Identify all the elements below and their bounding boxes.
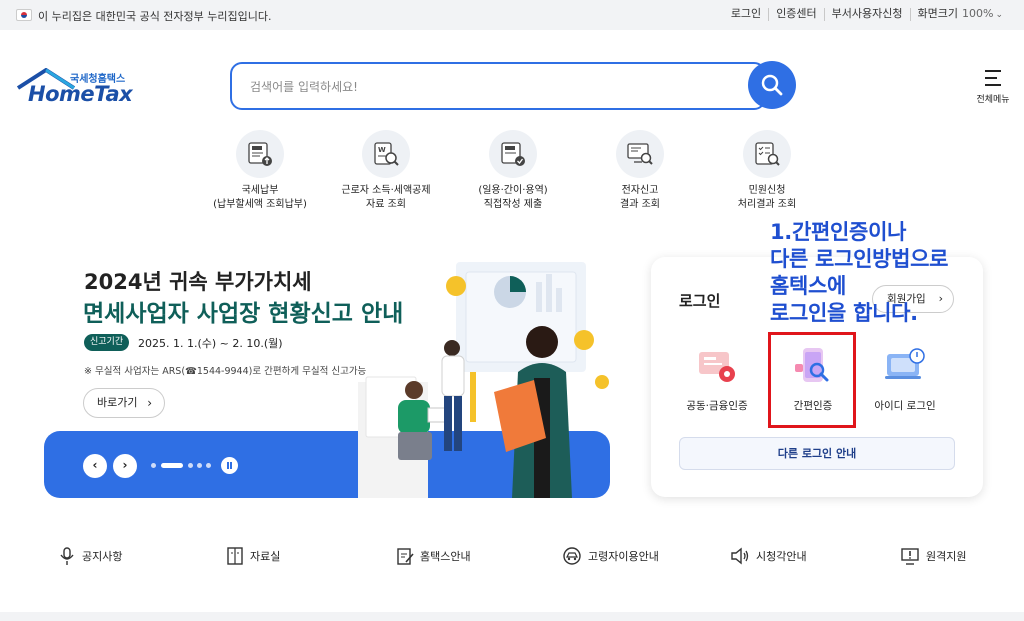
quick-label-2: 근로자 소득·세액공제 xyxy=(341,185,431,196)
banner-illustration xyxy=(358,262,609,498)
joint-cert-label: 공동·금융인증 xyxy=(686,400,748,412)
search-box xyxy=(230,62,766,110)
cert-center-link[interactable]: 인증센터 xyxy=(768,8,823,21)
all-menu-button[interactable]: 전체메뉴 xyxy=(970,68,1016,108)
edit-document-icon xyxy=(397,548,414,565)
annotation-text: 1.간편인증이나 다른 로그인방법으로 홈텍스에 로그인을 합니다. xyxy=(770,220,949,325)
id-login-icon xyxy=(883,344,927,388)
banner-title: 2024년 귀속 부가가치세 xyxy=(84,270,312,294)
highlight-box xyxy=(768,332,856,428)
quick-icon-circle xyxy=(616,130,664,178)
logo-title: HomeTax xyxy=(28,82,133,106)
slide-dot[interactable] xyxy=(206,463,211,468)
next-slide-button[interactable]: › xyxy=(113,454,137,478)
slide-dot[interactable] xyxy=(188,463,193,468)
quick-deduction-lookup[interactable]: W 근로자 소득·세액공제자료 조회 xyxy=(326,130,446,212)
zoom-label: 화면크기 xyxy=(917,7,958,20)
quick-label-4: 전자신고 xyxy=(621,185,659,196)
period-badge: 신고기간 xyxy=(84,334,130,351)
remote-support-link[interactable]: 원격지원 xyxy=(900,544,966,568)
slide-dot-active[interactable] xyxy=(161,463,183,468)
quick-sublabel-5: 처리결과 조회 xyxy=(737,199,797,210)
zoom-control[interactable]: 화면크기 100% ⌄ xyxy=(909,7,1010,21)
quick-label-1: 국세납부 xyxy=(241,185,279,196)
monitor-search-icon xyxy=(627,143,653,165)
certificate-icon xyxy=(695,344,739,388)
banner-note: ※ 무실적 사업자는 ARS(☎1544-9944)로 간편하게 무실적 신고가… xyxy=(84,366,367,377)
joint-financial-cert-login[interactable]: 공동·금융인증 xyxy=(672,344,762,413)
util-links: 로그인 인증센터 부서사용자신청 화면크기 100% ⌄ xyxy=(724,8,1010,21)
chevron-right-icon: › xyxy=(122,458,128,472)
chevron-right-icon: › xyxy=(147,396,152,410)
pause-button[interactable] xyxy=(221,457,238,474)
audiovisual-guide-label: 시청각안내 xyxy=(756,550,807,563)
car-icon xyxy=(563,547,581,565)
quick-efiling-result[interactable]: 전자신고결과 조회 xyxy=(580,130,700,212)
tax-payment-icon xyxy=(248,142,272,166)
shortcut-label: 바로가기 xyxy=(97,396,138,409)
tax-check-icon xyxy=(501,142,525,166)
gov-notice[interactable]: 이 누리집은 대한민국 공식 전자정부 누리집입니다. xyxy=(38,8,272,24)
login-link[interactable]: 로그인 xyxy=(724,8,768,21)
slide-dot[interactable] xyxy=(197,463,202,468)
quick-label-5: 민원신청 xyxy=(748,185,786,196)
all-menu-label: 전체메뉴 xyxy=(976,95,1010,105)
document-search-icon: W xyxy=(374,142,399,166)
quick-sublabel-3: 직접작성 제출 xyxy=(483,199,543,210)
cabinet-icon xyxy=(227,547,243,565)
quick-icon-circle xyxy=(236,130,284,178)
speaker-icon xyxy=(731,547,749,565)
remote-monitor-icon xyxy=(901,548,919,565)
notice-label: 공지사항 xyxy=(82,550,123,563)
period-text: 2025. 1. 1.(수) ~ 2. 10.(월) xyxy=(138,337,283,350)
senior-guide-link[interactable]: 고령자이용안내 xyxy=(562,544,659,568)
remote-support-label: 원격지원 xyxy=(926,550,967,563)
hometax-logo[interactable]: 국세청홈택스 HomeTax xyxy=(16,68,136,108)
quick-direct-submit[interactable]: (일용·간이·용역) 직접작성 제출 xyxy=(453,130,573,212)
quick-sublabel-1: (납부할세액 조회납부) xyxy=(213,199,307,210)
quick-label-3: (일용·간이·용역) xyxy=(478,185,548,196)
dept-user-link[interactable]: 부서사용자신청 xyxy=(823,8,910,21)
quick-icon-circle xyxy=(489,130,537,178)
search-input[interactable] xyxy=(250,76,730,98)
prev-slide-button[interactable]: ‹ xyxy=(83,454,107,478)
chevron-left-icon: ‹ xyxy=(92,458,98,472)
notice-link[interactable]: 공지사항 xyxy=(58,544,122,568)
search-button[interactable] xyxy=(748,61,796,109)
quick-civil-result[interactable]: 민원신청처리결과 조회 xyxy=(707,130,827,212)
checklist-search-icon xyxy=(755,142,780,166)
archive-label: 자료실 xyxy=(250,550,281,563)
hometax-guide-link[interactable]: 홈택스안내 xyxy=(396,544,471,568)
shortcut-button[interactable]: 바로가기 › xyxy=(83,388,165,418)
footer-strip xyxy=(0,612,1024,621)
quick-tax-payment[interactable]: 국세납부 (납부할세액 조회납부) xyxy=(200,130,320,212)
svg-text:W: W xyxy=(378,146,386,154)
korea-flag-icon xyxy=(16,9,32,21)
gov-bar: 이 누리집은 대한민국 공식 전자정부 누리집입니다. 로그인 인증센터 부서사… xyxy=(0,0,1024,30)
hamburger-icon xyxy=(985,70,1001,91)
hometax-guide-label: 홈택스안내 xyxy=(420,550,471,563)
quick-icon-circle: W xyxy=(362,130,410,178)
audiovisual-guide-link[interactable]: 시청각안내 xyxy=(730,544,807,568)
chevron-down-icon: ⌄ xyxy=(995,10,1003,20)
microphone-icon xyxy=(60,547,74,565)
id-login-label: 아이디 로그인 xyxy=(874,400,936,412)
other-login-guide-button[interactable]: 다른 로그인 안내 xyxy=(679,437,955,470)
search-icon xyxy=(761,74,783,96)
quick-sublabel-2: 자료 조회 xyxy=(366,199,406,210)
archive-link[interactable]: 자료실 xyxy=(226,544,280,568)
quick-sublabel-4: 결과 조회 xyxy=(620,199,660,210)
login-title: 로그인 xyxy=(679,292,721,310)
slide-dot[interactable] xyxy=(151,463,156,468)
banner-headline: 면세사업자 사업장 현황신고 안내 xyxy=(83,301,404,327)
zoom-value: 100% xyxy=(962,7,994,20)
senior-guide-label: 고령자이용안내 xyxy=(588,550,659,563)
quick-icon-circle xyxy=(743,130,791,178)
id-login[interactable]: 아이디 로그인 xyxy=(860,344,950,413)
